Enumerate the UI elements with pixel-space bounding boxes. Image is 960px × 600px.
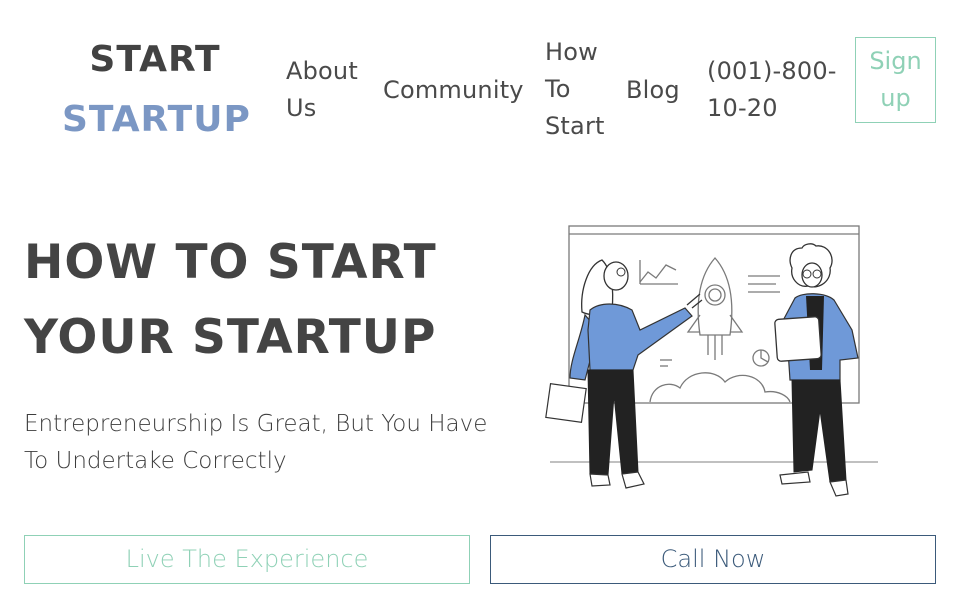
- site-logo[interactable]: START STARTUP: [62, 38, 251, 142]
- hero-title: HOW TO START YOUR STARTUP: [24, 235, 437, 365]
- hero-subtitle: Entrepreneurship Is Great, But You Have …: [24, 411, 488, 474]
- signup-button[interactable]: Sign up: [855, 37, 936, 123]
- logo-line-start: START: [89, 39, 221, 80]
- nav-phone-number[interactable]: (001)-800-10-20: [707, 53, 837, 127]
- nav-link-about[interactable]: About Us: [286, 53, 376, 127]
- startup-presentation-illustration: [545, 225, 878, 497]
- logo-line-startup: STARTUP: [62, 99, 251, 140]
- live-experience-button[interactable]: Live The Experience: [24, 535, 470, 584]
- nav-link-how-to-start[interactable]: How To Start: [545, 34, 609, 145]
- man-tablet-figure: [774, 243, 859, 497]
- nav-link-community[interactable]: Community: [383, 72, 524, 109]
- nav-link-blog[interactable]: Blog: [626, 72, 680, 109]
- call-now-button[interactable]: Call Now: [490, 535, 936, 584]
